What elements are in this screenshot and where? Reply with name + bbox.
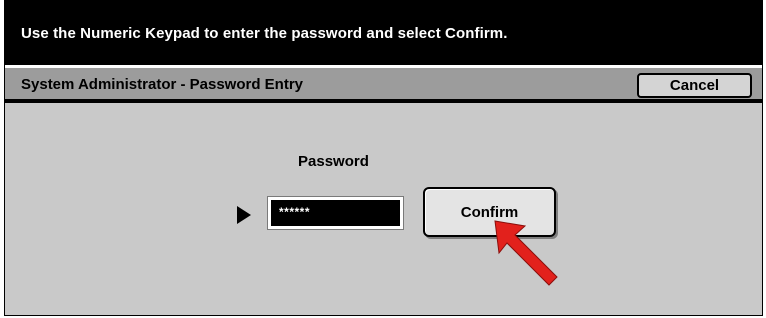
- password-label: Password: [298, 153, 369, 170]
- title-bar: System Administrator - Password Entry Ca…: [5, 65, 762, 103]
- pointer-triangle-icon: [237, 206, 251, 224]
- password-field[interactable]: ******: [267, 196, 404, 230]
- page-title: System Administrator - Password Entry: [21, 76, 304, 93]
- password-entry-panel: Password ****** Confirm: [5, 103, 762, 315]
- instruction-text: Use the Numeric Keypad to enter the pass…: [21, 24, 508, 42]
- message-bar: Use the Numeric Keypad to enter the pass…: [5, 1, 762, 65]
- screen: Use the Numeric Keypad to enter the pass…: [4, 0, 763, 316]
- red-callout-arrow-icon: [494, 220, 558, 286]
- cancel-button[interactable]: Cancel: [637, 73, 752, 98]
